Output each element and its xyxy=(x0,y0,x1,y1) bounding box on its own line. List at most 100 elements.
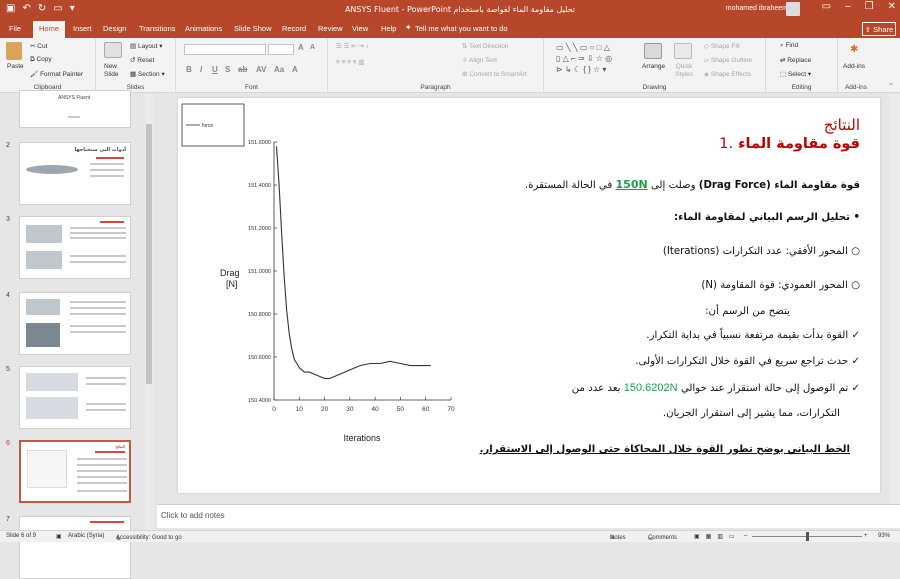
tab-slide-show[interactable]: Slide Show xyxy=(234,24,272,33)
shadow-button[interactable]: S xyxy=(225,65,230,74)
shape-fill-button[interactable]: ◇ Shape Fill xyxy=(704,42,740,50)
language-indicator[interactable]: Arabic (Syria) xyxy=(68,533,104,539)
zoom-level[interactable]: 93% xyxy=(878,533,890,539)
tell-me-box[interactable]: Tell me what you want to do xyxy=(415,24,508,33)
copy-button[interactable]: ⧉ Copy xyxy=(30,56,52,64)
check-item-3[interactable]: ✓ تم الوصول إلى حالة استقرار عند حوالي 1… xyxy=(572,382,860,394)
italic-button[interactable]: I xyxy=(200,65,202,74)
shape-outline-button[interactable]: ▱ Shape Outline xyxy=(704,56,752,64)
tab-help[interactable]: Help xyxy=(381,24,396,33)
smartart-button[interactable]: ⊞ Convert to SmartArt xyxy=(462,70,527,78)
zoom-in-icon[interactable]: + xyxy=(864,533,868,539)
slide-thumb-5[interactable] xyxy=(19,366,131,429)
select-button[interactable]: ⬚ Select ▾ xyxy=(780,70,811,78)
tab-design[interactable]: Design xyxy=(103,24,126,33)
paste-icon[interactable] xyxy=(6,42,22,60)
tab-review[interactable]: Review xyxy=(318,24,343,33)
save-icon[interactable]: ▣ xyxy=(6,3,15,14)
brush-icon: 🖌 xyxy=(30,71,41,78)
underline-button[interactable]: U xyxy=(212,65,218,74)
view-buttons[interactable]: ▣▦▥▭ xyxy=(694,533,741,540)
y-axis-description[interactable]: ○ المحور العمودي: قوة المقاومة (N) xyxy=(701,280,860,291)
tab-animations[interactable]: Animations xyxy=(185,24,222,33)
chart-analysis-bullet[interactable]: • تحليل الرسم البياني لمقاومة الماء: xyxy=(674,212,860,223)
ribbon-options-icon[interactable]: ▭ xyxy=(822,1,831,12)
align-text-button[interactable]: ⇳ Align Text xyxy=(462,56,497,64)
slide-thumb-4[interactable] xyxy=(19,292,131,355)
tab-file[interactable]: File xyxy=(9,24,21,33)
x-tick-label: 40 xyxy=(372,406,380,413)
zoom-slider-thumb[interactable] xyxy=(806,532,809,541)
font-name-combo[interactable] xyxy=(184,44,266,55)
slide-canvas[interactable]: force 151.6000 151.4000 151.2000 151.0000 15… xyxy=(178,98,880,493)
present-icon[interactable]: ▭ xyxy=(53,3,62,14)
bullets-icon[interactable]: ☰ ☰ ⇤ ⇥ ↕ xyxy=(336,42,369,50)
tab-insert[interactable]: Insert xyxy=(73,24,92,33)
shape-effects-button[interactable]: ◈ Shape Effects xyxy=(704,70,751,78)
notes-pane[interactable]: Click to add notes xyxy=(157,504,900,528)
tab-home[interactable]: Home xyxy=(33,21,66,38)
share-button[interactable]: ⇪ Share xyxy=(862,22,896,36)
check-item-3-continued[interactable]: التكرارات، مما يشير إلى استقرار الجريان. xyxy=(663,408,840,419)
slide-thumb-3[interactable] xyxy=(19,216,131,279)
maximize-icon[interactable]: ❐ xyxy=(865,1,874,12)
drag-force-chart[interactable]: force 151.6000 151.4000 151.2000 151.0000 15… xyxy=(178,98,478,443)
redo-icon[interactable]: ↻ xyxy=(38,3,46,14)
shrink-font-icon[interactable]: A xyxy=(310,44,315,51)
addins-group: ✱ Add-ins Add-ins xyxy=(838,38,874,93)
change-case-icon[interactable]: Aa xyxy=(274,65,284,74)
addins-button[interactable]: Add-ins xyxy=(843,63,865,70)
heading-drag[interactable]: قوة مقاومة الماء .1 xyxy=(719,136,860,152)
thumbnail-scroll-thumb[interactable] xyxy=(146,124,152,384)
spell-check-icon[interactable]: ▣ xyxy=(56,533,62,540)
heading-results[interactable]: النتائج xyxy=(824,116,860,134)
find-button[interactable]: ⌕ Find xyxy=(780,42,798,50)
font-color-icon[interactable]: A xyxy=(292,65,298,74)
arrange-icon[interactable] xyxy=(644,43,662,59)
collapse-ribbon-icon[interactable]: ⌃ xyxy=(888,82,894,90)
undo-icon[interactable]: ↶ xyxy=(22,3,30,14)
shapes-gallery[interactable]: ▭ ╲ ╲ ▭ ○ □ △ ▯ △ ⌐ ⇒ ⇩ ☆ ◎ ⊳ ↳ ☾ { } ☆ ▾ xyxy=(556,42,638,75)
quick-styles-button[interactable]: Quick Styles xyxy=(672,63,696,79)
drag-force-paragraph[interactable]: قوة مقاومة الماء (Drag Force) وصلت إلى 1… xyxy=(525,178,860,191)
close-icon[interactable]: ✕ xyxy=(888,1,896,12)
tab-transitions[interactable]: Transitions xyxy=(139,24,175,33)
strikethrough-button[interactable]: ab xyxy=(238,65,247,74)
layout-button[interactable]: ▤ Layout ▾ xyxy=(130,42,163,50)
quick-styles-icon[interactable] xyxy=(674,43,692,59)
customize-icon[interactable]: ▾ xyxy=(70,3,75,14)
arrange-button[interactable]: Arrange xyxy=(642,63,665,70)
cut-button[interactable]: ✂ Cut xyxy=(30,42,47,50)
slide-vertical-scrollbar[interactable] xyxy=(890,94,900,504)
from-chart-line[interactable]: يتضح من الرسم أن: xyxy=(705,306,790,317)
replace-button[interactable]: ⇄ Replace xyxy=(780,56,811,64)
slide-thumb-7[interactable] xyxy=(19,516,131,579)
spacing-icon[interactable]: AV xyxy=(256,65,267,74)
font-size-combo[interactable] xyxy=(268,44,294,55)
grow-font-icon[interactable]: A xyxy=(298,43,304,52)
check-item-2[interactable]: ✓ حدث تراجع سريع في القوة خلال التكرارات… xyxy=(635,356,860,367)
align-icons[interactable]: ≡ ≡ ≡ ≡ ▥ xyxy=(336,58,365,66)
addins-icon[interactable]: ✱ xyxy=(850,44,858,55)
new-slide-button[interactable]: New Slide xyxy=(104,63,128,79)
bold-button[interactable]: B xyxy=(186,65,192,74)
slide-thumb-2[interactable]: أدوات التي سنحتاجها xyxy=(19,142,131,205)
check-item-1[interactable]: ✓ القوة بدأت بقيمة مرتفعة نسبياً في بداي… xyxy=(646,330,860,341)
slide-thumb-1[interactable]: ANSYS Fluent xyxy=(19,90,131,128)
user-name[interactable]: mohamed ibraheem xyxy=(726,5,788,12)
tab-record[interactable]: Record xyxy=(282,24,306,33)
new-slide-icon[interactable] xyxy=(104,42,122,58)
reset-button[interactable]: ↺ Reset xyxy=(130,56,154,64)
x-axis-description[interactable]: ○ المحور الأفقي: عدد التكرارات (Iteratio… xyxy=(663,246,860,257)
slide-counter[interactable]: Slide 6 of 9 xyxy=(6,533,36,539)
tab-view[interactable]: View xyxy=(352,24,368,33)
paste-button[interactable]: Paste xyxy=(7,63,24,70)
text-direction-button[interactable]: ⇅ Text Direction xyxy=(462,42,509,50)
minimize-icon[interactable]: – xyxy=(845,1,851,12)
chart-caption[interactable]: الخط البياني يوضح تطور القوة خلال المحاك… xyxy=(480,444,850,455)
avatar[interactable] xyxy=(786,2,800,16)
zoom-out-icon[interactable]: – xyxy=(744,533,747,539)
slide-thumb-6[interactable]: النتائج xyxy=(19,440,131,503)
format-painter-button[interactable]: 🖌 Format Painter xyxy=(30,70,83,78)
section-button[interactable]: ▦ Section ▾ xyxy=(130,70,165,78)
